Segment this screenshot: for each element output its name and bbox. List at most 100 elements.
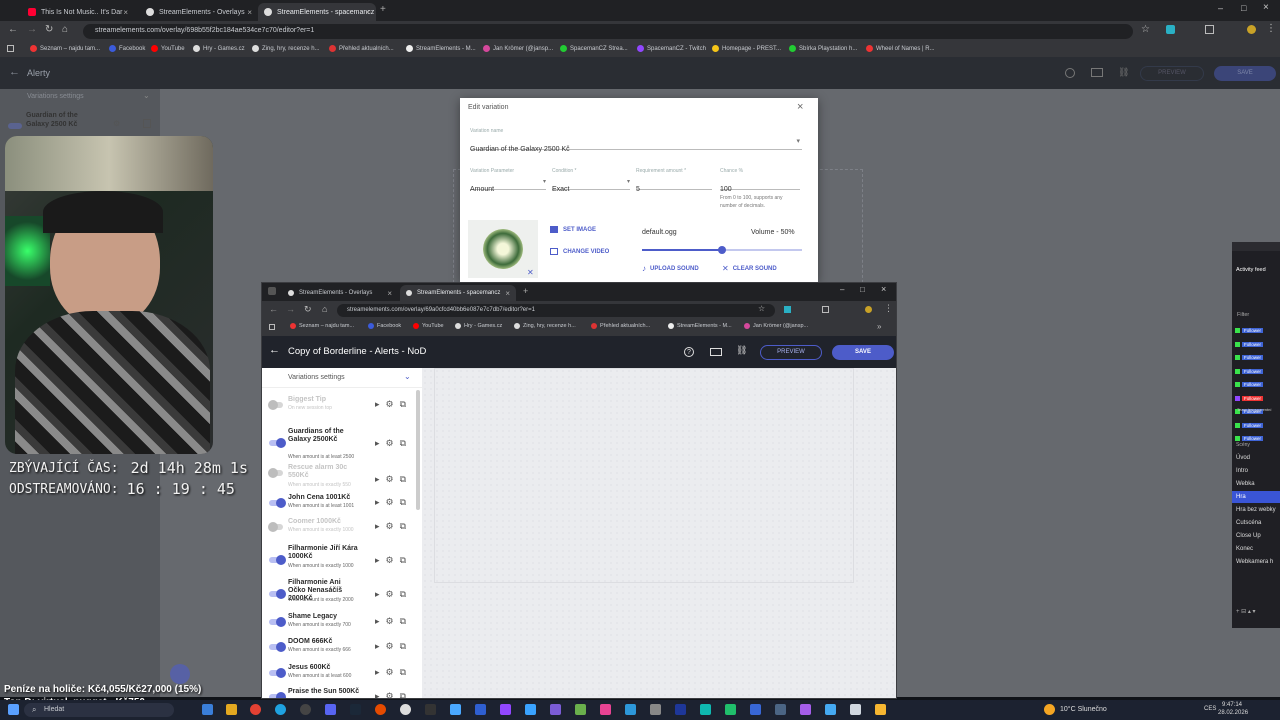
browser-tab-active[interactable]: StreamElements - spacemancz × — [258, 3, 376, 21]
copy-icon[interactable]: ⧉ — [400, 399, 406, 410]
help-icon[interactable] — [1065, 68, 1075, 78]
condition-select[interactable]: Exact ▾ — [552, 178, 630, 193]
variation-toggle[interactable] — [268, 468, 283, 478]
reload-icon[interactable]: ↻ — [45, 24, 53, 35]
bookmark-item[interactable]: Seznam – najdu tam... — [30, 45, 100, 52]
play-icon[interactable]: ▸ — [375, 667, 380, 678]
copy-icon[interactable]: ⧉ — [400, 589, 406, 600]
minimize-button[interactable]: – — [840, 285, 844, 294]
filter-label[interactable]: Filter — [1237, 312, 1249, 318]
menu-kebab-icon[interactable]: ⋮ — [884, 303, 893, 314]
url-field[interactable]: streamelements.com/overlay/69a0cfcd40bb6… — [337, 304, 775, 317]
gear-icon[interactable]: ⚙ — [386, 589, 394, 600]
bookmark-item[interactable]: StreamElements - M... — [668, 323, 732, 329]
variation-item[interactable]: Coomer 1000Kč When amount is exactly 1000… — [262, 518, 422, 548]
bookmark-item[interactable]: StreamElements - M... — [406, 45, 476, 52]
scene-item[interactable]: Intro — [1232, 465, 1280, 477]
tab-search-icon[interactable] — [268, 287, 276, 295]
bookmark-item[interactable]: Facebook — [368, 323, 401, 329]
profile-avatar[interactable] — [1247, 25, 1256, 34]
twitch-icon[interactable] — [500, 704, 511, 715]
variation-item[interactable]: Praise the Sun 500Kč ▸ ⚙ ⧉ — [262, 688, 422, 698]
gear-icon[interactable]: ⚙ — [386, 474, 394, 485]
back-arrow-icon[interactable]: ← — [9, 66, 20, 78]
bookmark-item[interactable]: SpacemanCZ - Twitch — [637, 45, 706, 52]
copy-icon[interactable] — [143, 119, 151, 128]
close-icon[interactable]: × — [797, 101, 803, 113]
change-video-button[interactable]: CHANGE VIDEO — [550, 248, 609, 255]
activity-feed-item[interactable]: Follower — [1235, 367, 1279, 376]
bookmark-item[interactable]: Přehled aktualních... — [591, 323, 650, 329]
scene-item[interactable]: Konec — [1232, 543, 1280, 555]
gear-icon[interactable]: ⚙ — [386, 555, 394, 566]
taskbar-app-icon[interactable] — [825, 704, 836, 715]
new-tab-button[interactable]: + — [380, 4, 386, 15]
steam-icon[interactable] — [350, 704, 361, 715]
variation-item[interactable]: Filharmonie Ani Očko Nenasáčíš 2000Kč Whe… — [262, 579, 422, 609]
menu-kebab-icon[interactable]: ⋮ — [1266, 23, 1276, 34]
screen-icon[interactable] — [1091, 68, 1103, 77]
bookmark-item[interactable]: Homepage - PREST... — [712, 45, 781, 52]
copy-icon[interactable]: ⧉ — [400, 521, 406, 532]
play-icon[interactable]: ▸ — [375, 474, 380, 485]
maximize-button[interactable]: □ — [1241, 3, 1246, 13]
close-icon[interactable]: × — [123, 8, 128, 17]
variation-toggle[interactable] — [268, 400, 283, 410]
back-arrow-icon[interactable]: ← — [269, 344, 280, 356]
volume-slider[interactable] — [642, 246, 802, 254]
forward-arrow-icon[interactable]: → — [27, 24, 37, 35]
close-window-button[interactable]: × — [1263, 2, 1269, 13]
upload-sound-button[interactable]: ♪ UPLOAD SOUND — [642, 264, 699, 273]
reload-icon[interactable]: ↻ — [304, 304, 312, 315]
variation-item[interactable]: Rescue alarm 30c 550Kč When amount is exa… — [262, 464, 422, 494]
bookmark-item[interactable]: Jan Krömer (@jansp... — [483, 45, 553, 52]
taskbar-app-icon[interactable] — [800, 704, 811, 715]
bookmark-item[interactable]: Hry - Games.cz — [455, 323, 502, 329]
variation-toggle[interactable] — [269, 642, 286, 652]
variations-settings-header[interactable]: Variations settings ⌄ — [262, 368, 422, 388]
variation-name-field[interactable]: Guardian of the Galaxy 2500 Kč ▾ — [470, 138, 802, 153]
windows-start-icon[interactable] — [8, 704, 19, 715]
copy-icon[interactable]: ⧉ — [400, 691, 406, 698]
browser-tab[interactable]: StreamElements - Overlays × — [282, 285, 398, 301]
bookmark-item[interactable]: Zing, hry, recenze h... — [514, 323, 576, 329]
taskbar-app-icon[interactable] — [600, 704, 611, 715]
gear-icon[interactable]: ⚙ — [386, 691, 394, 698]
activity-feed-item[interactable]: Follower — [1235, 394, 1279, 403]
language-indicator[interactable]: CES — [1204, 706, 1216, 712]
activity-feed-item[interactable]: Follower — [1235, 353, 1279, 362]
scene-item[interactable]: Úvod — [1232, 452, 1280, 464]
scene-controls[interactable]: + ⊟ ▴ ▾ — [1236, 608, 1276, 615]
forward-arrow-icon[interactable]: → — [286, 304, 295, 314]
gear-icon[interactable]: ⚙ — [386, 399, 394, 410]
play-icon[interactable]: ▸ — [375, 641, 380, 652]
bookmark-item[interactable]: Zing, hry, recenze h... — [252, 45, 320, 52]
edge-icon[interactable] — [275, 704, 286, 715]
scene-item[interactable]: Close Up — [1232, 530, 1280, 542]
taskbar-app-icon[interactable] — [725, 704, 736, 715]
save-button[interactable]: SAVE — [1214, 66, 1276, 81]
url-field[interactable]: streamelements.com/overlay/698b55f2bc184… — [83, 24, 1133, 39]
chance-input[interactable]: 100 — [720, 178, 800, 193]
clear-sound-button[interactable]: ✕ CLEAR SOUND — [722, 264, 777, 273]
play-icon[interactable]: ▸ — [375, 438, 380, 449]
scene-item[interactable]: Cutscéna — [1232, 517, 1280, 529]
bookmark-item[interactable]: Jan Krömer (@jansp... — [744, 323, 808, 329]
chevron-down-icon[interactable]: ⌄ — [143, 91, 150, 100]
chrome-icon[interactable] — [250, 704, 261, 715]
play-icon[interactable]: ▸ — [375, 691, 380, 698]
variation-toggle[interactable] — [8, 123, 22, 129]
gear-icon[interactable]: ⚙ — [386, 616, 394, 627]
gear-icon[interactable]: ⚙ — [113, 119, 120, 128]
play-icon[interactable]: ▸ — [375, 521, 380, 532]
apps-grid-icon[interactable] — [269, 324, 275, 330]
bookmark-item[interactable]: Facebook — [109, 45, 145, 52]
variation-toggle[interactable] — [269, 668, 286, 678]
requirement-input[interactable]: 5 — [636, 178, 712, 193]
close-icon[interactable]: × — [247, 8, 252, 17]
variation-toggle[interactable] — [269, 438, 286, 448]
volume-slider-thumb[interactable] — [718, 246, 726, 254]
gear-icon[interactable]: ⚙ — [386, 521, 394, 532]
clock-date[interactable]: 28.02.2026 — [1218, 710, 1248, 716]
copy-icon[interactable]: ⧉ — [400, 438, 406, 449]
